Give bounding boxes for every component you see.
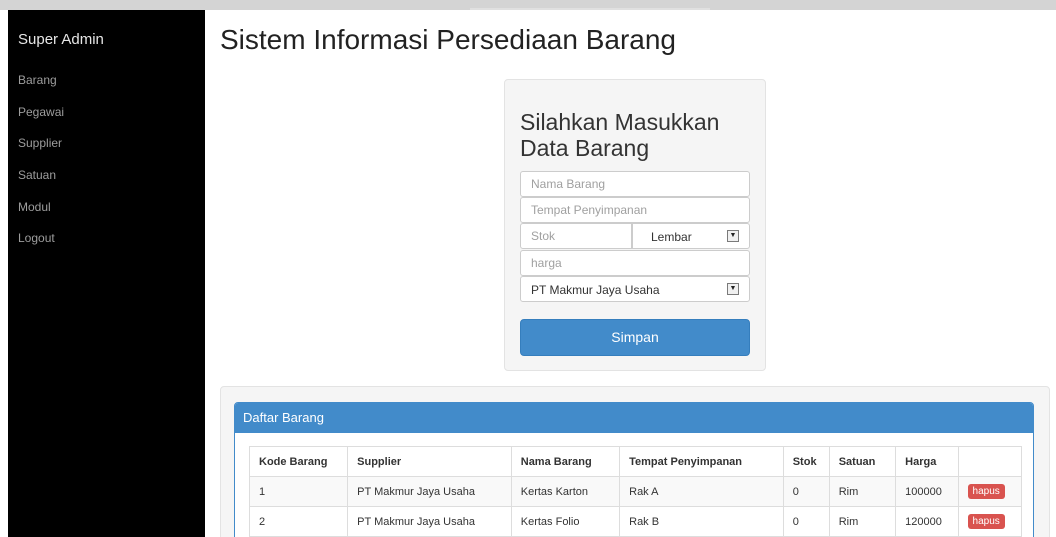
sidebar-item-satuan[interactable]: Satuan (18, 168, 56, 182)
cell-nama-barang: Kertas Folio (510, 506, 621, 537)
hapus-button[interactable]: hapus (967, 514, 1005, 529)
table-row: 1 PT Makmur Jaya Usaha Kertas Karton Rak… (248, 476, 1023, 507)
header-stok: Stok (782, 446, 830, 477)
harga-input[interactable] (520, 250, 750, 276)
supplier-select[interactable]: PT Makmur Jaya Usaha ▼ (520, 276, 750, 302)
tempat-penyimpanan-input[interactable] (520, 197, 750, 223)
satuan-select[interactable]: Lembar ▼ (632, 223, 750, 249)
satuan-selected-value: Lembar (651, 230, 692, 244)
cell-kode-barang: 2 (248, 506, 349, 537)
simpan-button[interactable]: Simpan (520, 319, 750, 356)
barang-table: Kode Barang Supplier Nama Barang Tempat … (248, 446, 1023, 537)
header-kode-barang: Kode Barang (248, 446, 349, 477)
stok-input[interactable] (520, 223, 632, 249)
header-satuan: Satuan (828, 446, 897, 477)
cell-action: hapus (957, 476, 1023, 507)
page-title: Sistem Informasi Persediaan Barang (220, 24, 676, 55)
cell-stok: 0 (782, 476, 830, 507)
table-row: 2 PT Makmur Jaya Usaha Kertas Folio Rak … (248, 506, 1023, 537)
sidebar-item-barang[interactable]: Barang (18, 73, 57, 87)
panel-title: Daftar Barang (235, 403, 1033, 433)
daftar-barang-panel: Daftar Barang Kode Barang Supplier Nama … (234, 402, 1034, 537)
dropdown-arrow-icon: ▼ (727, 283, 739, 295)
table-header-row: Kode Barang Supplier Nama Barang Tempat … (248, 446, 1023, 477)
form-heading: Silahkan Masukkan Data Barang (520, 109, 720, 161)
sidebar-brand[interactable]: Super Admin (18, 31, 104, 48)
header-harga: Harga (895, 446, 959, 477)
sidebar-item-logout[interactable]: Logout (18, 231, 55, 245)
header-action (957, 446, 1023, 477)
cell-satuan: Rim (828, 506, 897, 537)
hapus-button[interactable]: hapus (967, 484, 1005, 499)
sidebar-item-modul[interactable]: Modul (18, 200, 51, 214)
header-supplier: Supplier (347, 446, 512, 477)
sidebar-item-supplier[interactable]: Supplier (18, 136, 62, 150)
cell-kode-barang: 1 (248, 476, 349, 507)
header-nama-barang: Nama Barang (510, 446, 621, 477)
watermark-shape (470, 0, 710, 10)
nama-barang-input[interactable] (520, 171, 750, 197)
cell-supplier: PT Makmur Jaya Usaha (347, 506, 512, 537)
sidebar: Super Admin Barang Pegawai Supplier Satu… (8, 10, 205, 537)
sidebar-item-pegawai[interactable]: Pegawai (18, 105, 64, 119)
cell-harga: 100000 (895, 476, 959, 507)
cell-tempat-penyimpanan: Rak B (619, 506, 784, 537)
cell-tempat-penyimpanan: Rak A (619, 476, 784, 507)
header-tempat-penyimpanan: Tempat Penyimpanan (619, 446, 784, 477)
dropdown-arrow-icon: ▼ (727, 230, 739, 242)
cell-stok: 0 (782, 506, 830, 537)
cell-action: hapus (957, 506, 1023, 537)
cell-harga: 120000 (895, 506, 959, 537)
supplier-selected-value: PT Makmur Jaya Usaha (531, 283, 660, 297)
cell-satuan: Rim (828, 476, 897, 507)
cell-supplier: PT Makmur Jaya Usaha (347, 476, 512, 507)
cell-nama-barang: Kertas Karton (510, 476, 621, 507)
form-panel: Silahkan Masukkan Data Barang Lembar ▼ P… (504, 79, 766, 371)
top-strip (0, 0, 1056, 10)
